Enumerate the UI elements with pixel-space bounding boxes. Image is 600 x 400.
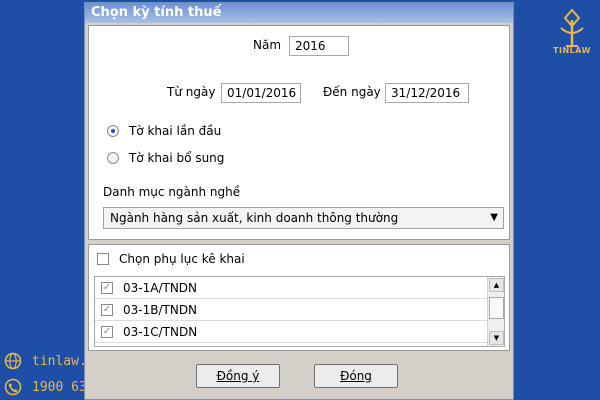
list-item[interactable]: ✓ 03-1B/TNDN	[95, 299, 487, 321]
appendix-item-label: 03-1B/TNDN	[123, 302, 198, 317]
appendix-label: Chọn phụ lục kê khai	[119, 252, 245, 266]
appendix-group: Chọn phụ lục kê khai ✓ 03-1A/TNDN ✓ 03-1…	[88, 244, 510, 351]
brand-logo: TINLAW	[552, 8, 592, 66]
radio-first-label: Tờ khai lần đầu	[129, 124, 222, 138]
appendix-item-label: 03-1C/TNDN	[123, 324, 198, 339]
from-date-label: Từ ngày	[167, 85, 216, 99]
logo-icon	[560, 8, 584, 47]
appendix-list[interactable]: ✓ 03-1A/TNDN ✓ 03-1B/TNDN ✓ 03-1C/TNDN ▲…	[94, 276, 505, 347]
checked-checkbox[interactable]: ✓	[101, 325, 113, 338]
radio-supplementary-declaration[interactable]: Tờ khai bổ sung	[107, 151, 224, 165]
appendix-toggle[interactable]: Chọn phụ lục kê khai	[97, 252, 245, 266]
list-item[interactable]: ✓ 03-1C/TNDN	[95, 321, 487, 343]
to-date-field[interactable]: 31/12/2016	[385, 83, 469, 103]
tax-period-dialog: Chọn kỳ tính thuế Năm 2016 Từ ngày 01/01…	[84, 2, 514, 400]
radio-button-selected[interactable]	[107, 125, 119, 137]
ok-button[interactable]: Đồng ý	[196, 364, 280, 388]
industry-value: Ngành hàng sản xuất, kinh doanh thông th…	[110, 211, 399, 225]
radio-button[interactable]	[107, 152, 119, 164]
list-item[interactable]: ✓ 03-1A/TNDN	[95, 277, 487, 299]
radio-first-declaration[interactable]: Tờ khai lần đầu	[107, 124, 221, 138]
appendix-checkbox[interactable]	[97, 253, 109, 265]
brand-name: TINLAW	[553, 46, 591, 55]
close-button[interactable]: Đóng	[314, 364, 398, 388]
checked-checkbox[interactable]: ✓	[101, 281, 113, 294]
checked-checkbox[interactable]: ✓	[101, 303, 113, 316]
dialog-title: Chọn kỳ tính thuế	[85, 3, 513, 23]
appendix-item-label: 03-1A/TNDN	[123, 280, 198, 295]
radio-supplement-label: Tờ khai bổ sung	[129, 151, 225, 165]
industry-label: Danh mục ngành nghề	[103, 185, 241, 199]
scroll-down-icon[interactable]: ▼	[489, 331, 504, 345]
period-group: Năm 2016 Từ ngày 01/01/2016 Đến ngày 31/…	[88, 25, 510, 240]
scroll-up-icon[interactable]: ▲	[489, 278, 504, 292]
year-label: Năm	[253, 38, 282, 52]
dropdown-arrow-icon[interactable]: ▼	[490, 208, 498, 228]
phone-icon	[4, 378, 22, 396]
to-date-label: Đến ngày	[323, 85, 381, 99]
industry-select[interactable]: Ngành hàng sản xuất, kinh doanh thông th…	[103, 207, 504, 229]
year-field[interactable]: 2016	[289, 36, 349, 56]
from-date-field[interactable]: 01/01/2016	[221, 83, 301, 103]
scroll-thumb[interactable]	[489, 297, 504, 319]
globe-icon	[4, 352, 22, 370]
list-scrollbar[interactable]: ▲ ▼	[487, 277, 504, 346]
